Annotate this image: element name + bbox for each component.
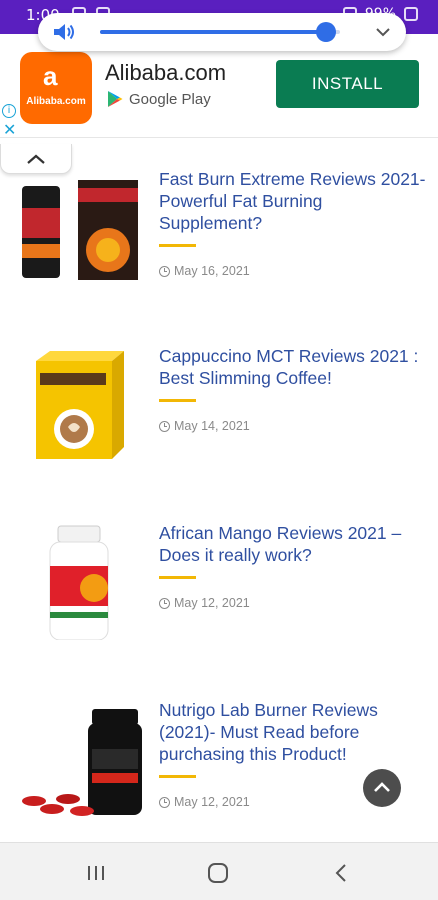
article-thumbnail[interactable] — [16, 522, 142, 640]
article-thumbnail[interactable] — [16, 347, 142, 465]
chevron-down-icon[interactable] — [374, 23, 392, 41]
accent-bar — [159, 399, 196, 402]
article-item[interactable]: Fast Burn Extreme Reviews 2021- Powerful… — [0, 160, 438, 300]
article-title[interactable]: Nutrigo Lab Burner Reviews (2021)- Must … — [159, 699, 427, 765]
clock-icon — [159, 796, 170, 808]
alibaba-logo[interactable]: a Alibaba.com — [20, 52, 92, 124]
system-nav-bar — [0, 842, 438, 900]
article-thumbnail[interactable] — [16, 703, 142, 821]
volume-thumb[interactable] — [315, 22, 336, 42]
back-to-top-button[interactable] — [363, 769, 401, 807]
back-icon[interactable] — [330, 861, 354, 885]
article-date-text: May 14, 2021 — [174, 419, 250, 433]
recent-apps-icon[interactable] — [84, 861, 108, 885]
battery-icon — [404, 7, 418, 21]
article-date: May 14, 2021 — [159, 419, 250, 433]
ad-banner[interactable]: a Alibaba.com Alibaba.com Google Play IN… — [0, 40, 438, 139]
volume-fill — [100, 30, 326, 34]
article-date-text: May 16, 2021 — [174, 264, 250, 278]
article-date: May 12, 2021 — [159, 596, 250, 610]
ad-logo-text: Alibaba.com — [26, 96, 86, 107]
volume-panel — [38, 13, 406, 51]
accent-bar — [159, 775, 196, 778]
chevron-up-icon — [374, 782, 390, 792]
article-thumbnail[interactable] — [16, 174, 142, 292]
accent-bar — [159, 576, 196, 579]
volume-slider[interactable] — [100, 22, 340, 42]
ad-store: Google Play — [107, 90, 211, 108]
article-title[interactable]: African Mango Reviews 2021 – Does it rea… — [159, 522, 427, 566]
article-date: May 16, 2021 — [159, 264, 250, 278]
article-title[interactable]: Cappuccino MCT Reviews 2021 : Best Slimm… — [159, 345, 427, 389]
ad-title[interactable]: Alibaba.com — [105, 60, 226, 86]
ad-close-icon[interactable]: ✕ — [3, 120, 16, 139]
google-play-icon — [108, 91, 123, 107]
article-item[interactable]: African Mango Reviews 2021 – Does it rea… — [0, 514, 438, 654]
install-button[interactable]: INSTALL — [276, 60, 419, 108]
clock-icon — [159, 420, 170, 432]
article-date: May 12, 2021 — [159, 795, 250, 809]
alibaba-glyph-icon: a — [43, 61, 58, 91]
accent-bar — [159, 244, 196, 247]
article-item[interactable]: Nutrigo Lab Burner Reviews (2021)- Must … — [0, 691, 438, 831]
article-date-text: May 12, 2021 — [174, 596, 250, 610]
home-icon[interactable] — [206, 861, 230, 885]
article-item[interactable]: Cappuccino MCT Reviews 2021 : Best Slimm… — [0, 337, 438, 477]
clock-icon — [159, 597, 170, 609]
ad-store-label: Google Play — [129, 90, 211, 108]
article-title[interactable]: Fast Burn Extreme Reviews 2021- Powerful… — [159, 168, 427, 234]
clock-icon — [159, 265, 170, 277]
volume-icon[interactable] — [52, 21, 76, 43]
article-date-text: May 12, 2021 — [174, 795, 250, 809]
ad-info-icon[interactable]: i — [2, 104, 16, 118]
